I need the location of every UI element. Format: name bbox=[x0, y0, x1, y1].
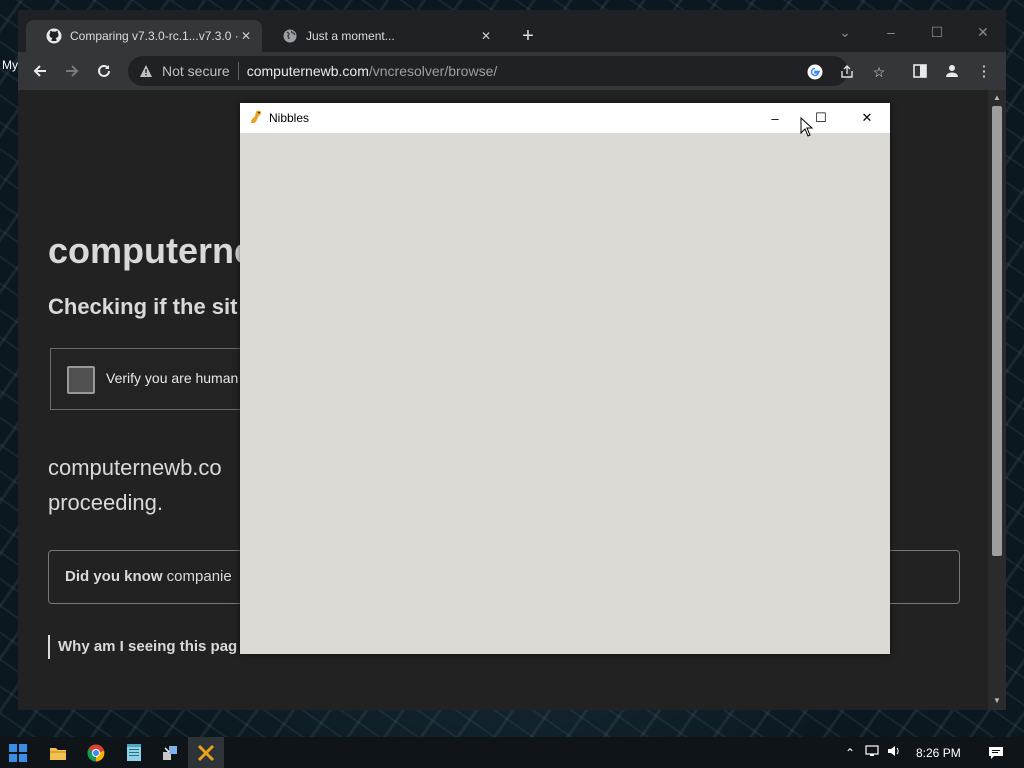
maximize-button[interactable]: ☐ bbox=[922, 24, 952, 41]
url-path: /vncresolver/browse/ bbox=[368, 63, 498, 79]
security-status[interactable]: Not secure bbox=[162, 63, 230, 79]
forward-arrow-icon[interactable] bbox=[61, 60, 83, 82]
windows-icon bbox=[9, 743, 27, 762]
omnibox-divider bbox=[237, 62, 239, 80]
google-icon[interactable] bbox=[806, 63, 824, 81]
page-subheading: Checking if the sit bbox=[48, 294, 238, 319]
github-icon bbox=[46, 28, 62, 44]
chrome-icon[interactable] bbox=[78, 737, 114, 768]
volume-icon[interactable] bbox=[884, 745, 904, 760]
tab-close-icon[interactable]: ✕ bbox=[238, 28, 254, 44]
network-tool-icon[interactable] bbox=[152, 737, 188, 768]
scroll-down-arrow-icon[interactable]: ▼ bbox=[992, 696, 1002, 706]
bookmark-star-icon[interactable]: ☆ bbox=[870, 63, 888, 81]
minimize-button[interactable]: – bbox=[876, 24, 906, 40]
side-panel-icon[interactable] bbox=[910, 61, 930, 81]
nibbles-minimize-button[interactable]: – bbox=[752, 103, 798, 133]
did-you-know-label: Did you know bbox=[65, 568, 163, 585]
desktop-icon-label[interactable]: My bbox=[2, 58, 18, 72]
tab-close-icon[interactable]: ✕ bbox=[478, 28, 494, 44]
profile-icon[interactable] bbox=[942, 61, 962, 81]
notifications-icon[interactable] bbox=[978, 737, 1014, 768]
nibbles-titlebar[interactable]: Nibbles – ☐ ✕ bbox=[240, 103, 890, 133]
tab-title: Just a moment... bbox=[306, 29, 395, 43]
nibbles-window: Nibbles – ☐ ✕ bbox=[240, 103, 890, 654]
warning-icon[interactable] bbox=[138, 63, 154, 79]
globe-icon bbox=[282, 28, 298, 44]
share-icon[interactable] bbox=[838, 63, 856, 81]
start-button[interactable] bbox=[0, 737, 36, 768]
address-bar[interactable]: Not secure computernewb.com/vncresolver/… bbox=[128, 56, 885, 86]
file-explorer-icon[interactable] bbox=[40, 737, 76, 768]
system-tray: ⌃ 8:26 PM bbox=[842, 737, 961, 768]
did-you-know-text: Did you know companie bbox=[65, 568, 232, 585]
network-icon[interactable] bbox=[862, 745, 882, 760]
tab-just-a-moment[interactable]: Just a moment... ✕ bbox=[262, 20, 502, 52]
page-scrollbar[interactable]: ▲ ▼ bbox=[988, 90, 1006, 710]
taskbar: ⌃ 8:26 PM bbox=[0, 737, 1024, 768]
tab-title: Comparing v7.3.0-rc.1...v7.3.0 · P bbox=[70, 29, 238, 43]
page-heading: computerne bbox=[48, 230, 255, 271]
nibbles-title: Nibbles bbox=[269, 111, 310, 125]
close-window-button[interactable]: ✕ bbox=[968, 24, 998, 41]
new-tab-button[interactable]: + bbox=[518, 26, 538, 46]
tab-github-compare[interactable]: Comparing v7.3.0-rc.1...v7.3.0 · P ✕ bbox=[26, 20, 262, 52]
mouse-cursor-icon bbox=[800, 117, 814, 137]
verify-label: Verify you are human bbox=[106, 370, 239, 386]
nibbles-taskbar-icon[interactable] bbox=[188, 737, 224, 768]
tray-chevron-up-icon[interactable]: ⌃ bbox=[842, 746, 858, 760]
verify-checkbox[interactable] bbox=[67, 366, 95, 394]
clock[interactable]: 8:26 PM bbox=[916, 746, 961, 760]
tab-strip: Comparing v7.3.0-rc.1...v7.3.0 · P ✕ Jus… bbox=[18, 10, 1006, 56]
back-arrow-icon[interactable] bbox=[29, 60, 51, 82]
nibbles-game-area[interactable] bbox=[240, 133, 890, 654]
did-you-know-body: companie bbox=[162, 568, 232, 585]
scrollbar-thumb[interactable] bbox=[992, 106, 1002, 556]
browser-toolbar: Not secure computernewb.com/vncresolver/… bbox=[18, 52, 1006, 90]
notepad-icon[interactable] bbox=[116, 737, 152, 768]
why-seeing-page[interactable]: Why am I seeing this pag bbox=[48, 635, 237, 659]
tab-search-chevron-icon[interactable]: ⌄ bbox=[830, 24, 860, 41]
menu-kebab-icon[interactable]: ⋮ bbox=[974, 61, 994, 81]
reload-icon[interactable] bbox=[93, 60, 115, 82]
nibbles-close-button[interactable]: ✕ bbox=[844, 103, 890, 133]
snake-icon bbox=[251, 110, 261, 123]
scroll-up-arrow-icon[interactable]: ▲ bbox=[992, 93, 1002, 103]
url-host: computernewb.com bbox=[246, 63, 369, 79]
